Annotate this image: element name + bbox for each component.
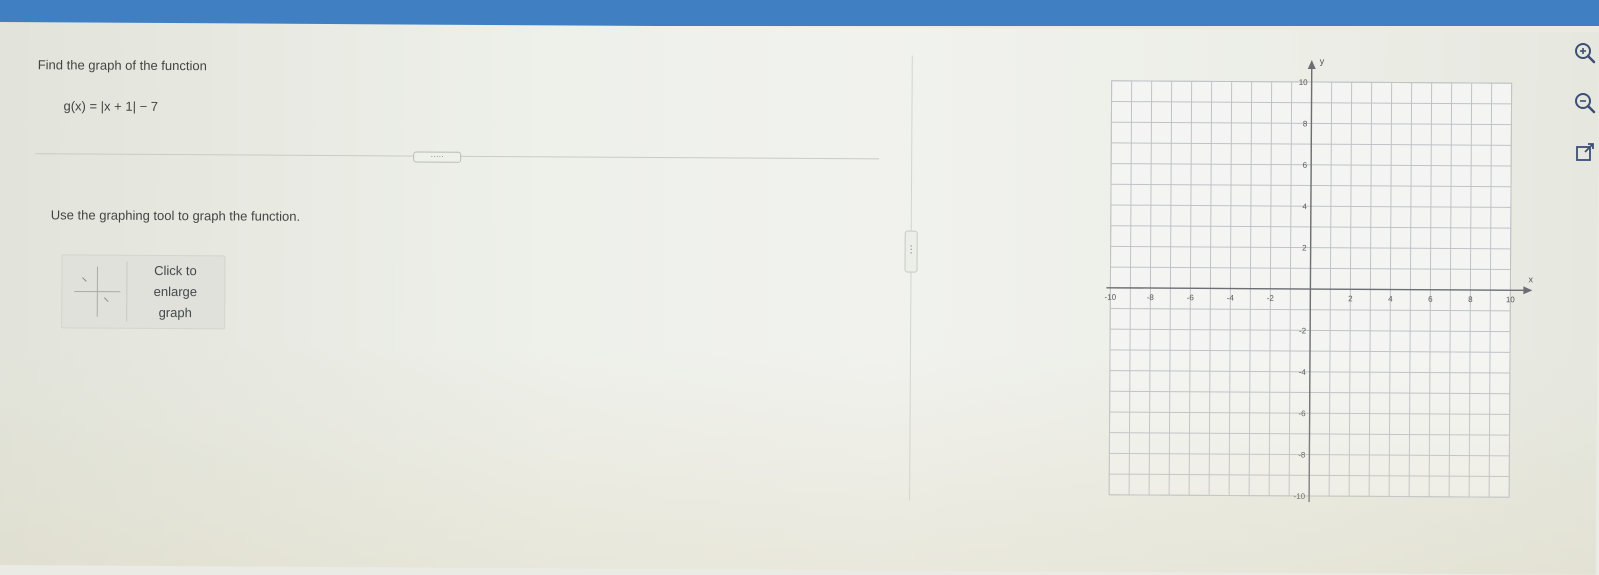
- enlarge-label-line1: Click to: [132, 260, 218, 282]
- y-tick-label: 10: [1299, 78, 1309, 87]
- x-tick-label: 2: [1348, 294, 1353, 303]
- x-tick-label: -4: [1227, 293, 1235, 302]
- x-tick-label: 4: [1388, 294, 1393, 303]
- x-tick-label: -6: [1187, 293, 1195, 302]
- y-tick-label: -2: [1299, 326, 1307, 335]
- enlarge-graph-button[interactable]: Click to enlarge graph: [61, 254, 225, 329]
- instruction-text: Use the graphing tool to graph the funct…: [51, 207, 300, 224]
- popout-icon[interactable]: [1572, 140, 1598, 166]
- y-tick-label: -8: [1298, 451, 1306, 460]
- function-expression: g(x) = |x + 1| − 7: [63, 98, 158, 114]
- coordinate-graph[interactable]: x y -10 -8 -6 -4 -2 2 4 6 8 10 10 8 6 4 2 -2 -4 -6 -8 -10: [1095, 53, 1548, 516]
- panel-handle-grip: ⋮: [906, 246, 917, 256]
- enlarge-label-line3: graph: [132, 302, 218, 324]
- question-page: Find the graph of the function g(x) = |x…: [0, 22, 1599, 575]
- graph-thumbnail: [68, 261, 127, 321]
- x-tick-label: -8: [1147, 293, 1155, 302]
- enlarge-graph-label: Click to enlarge graph: [132, 260, 218, 324]
- x-tick-label: -10: [1105, 293, 1117, 302]
- panel-divider: [909, 56, 913, 501]
- panel-resize-handle[interactable]: ⋮: [904, 231, 917, 273]
- question-prompt: Find the graph of the function: [38, 57, 207, 73]
- y-axis-label: y: [1320, 56, 1325, 66]
- y-tick-label: 2: [1302, 244, 1307, 253]
- y-tick-label: -4: [1299, 368, 1307, 377]
- y-tick-label: 8: [1303, 119, 1308, 128]
- y-tick-label: 4: [1302, 202, 1307, 211]
- y-tick-label: 6: [1303, 161, 1308, 170]
- x-tick-label: 6: [1428, 295, 1433, 304]
- x-axis-arrow: [1523, 286, 1532, 294]
- show-more-button[interactable]: ·····: [413, 152, 461, 163]
- top-bar: [0, 0, 1599, 26]
- x-tick-label: 8: [1468, 295, 1473, 304]
- x-tick-label: 10: [1506, 295, 1516, 304]
- y-axis-arrow: [1308, 60, 1316, 69]
- zoom-in-icon[interactable]: [1572, 40, 1598, 66]
- x-axis-label: x: [1528, 274, 1533, 284]
- graph-area[interactable]: x y -10 -8 -6 -4 -2 2 4 6 8 10 10 8 6 4 2 -2 -4 -6 -8 -10: [1095, 53, 1548, 516]
- y-tick-label: -6: [1298, 409, 1306, 418]
- x-tick-label: -2: [1267, 294, 1275, 303]
- zoom-out-icon[interactable]: [1572, 90, 1598, 116]
- enlarge-label-line2: enlarge: [132, 281, 218, 303]
- y-tick-label: -10: [1294, 492, 1306, 501]
